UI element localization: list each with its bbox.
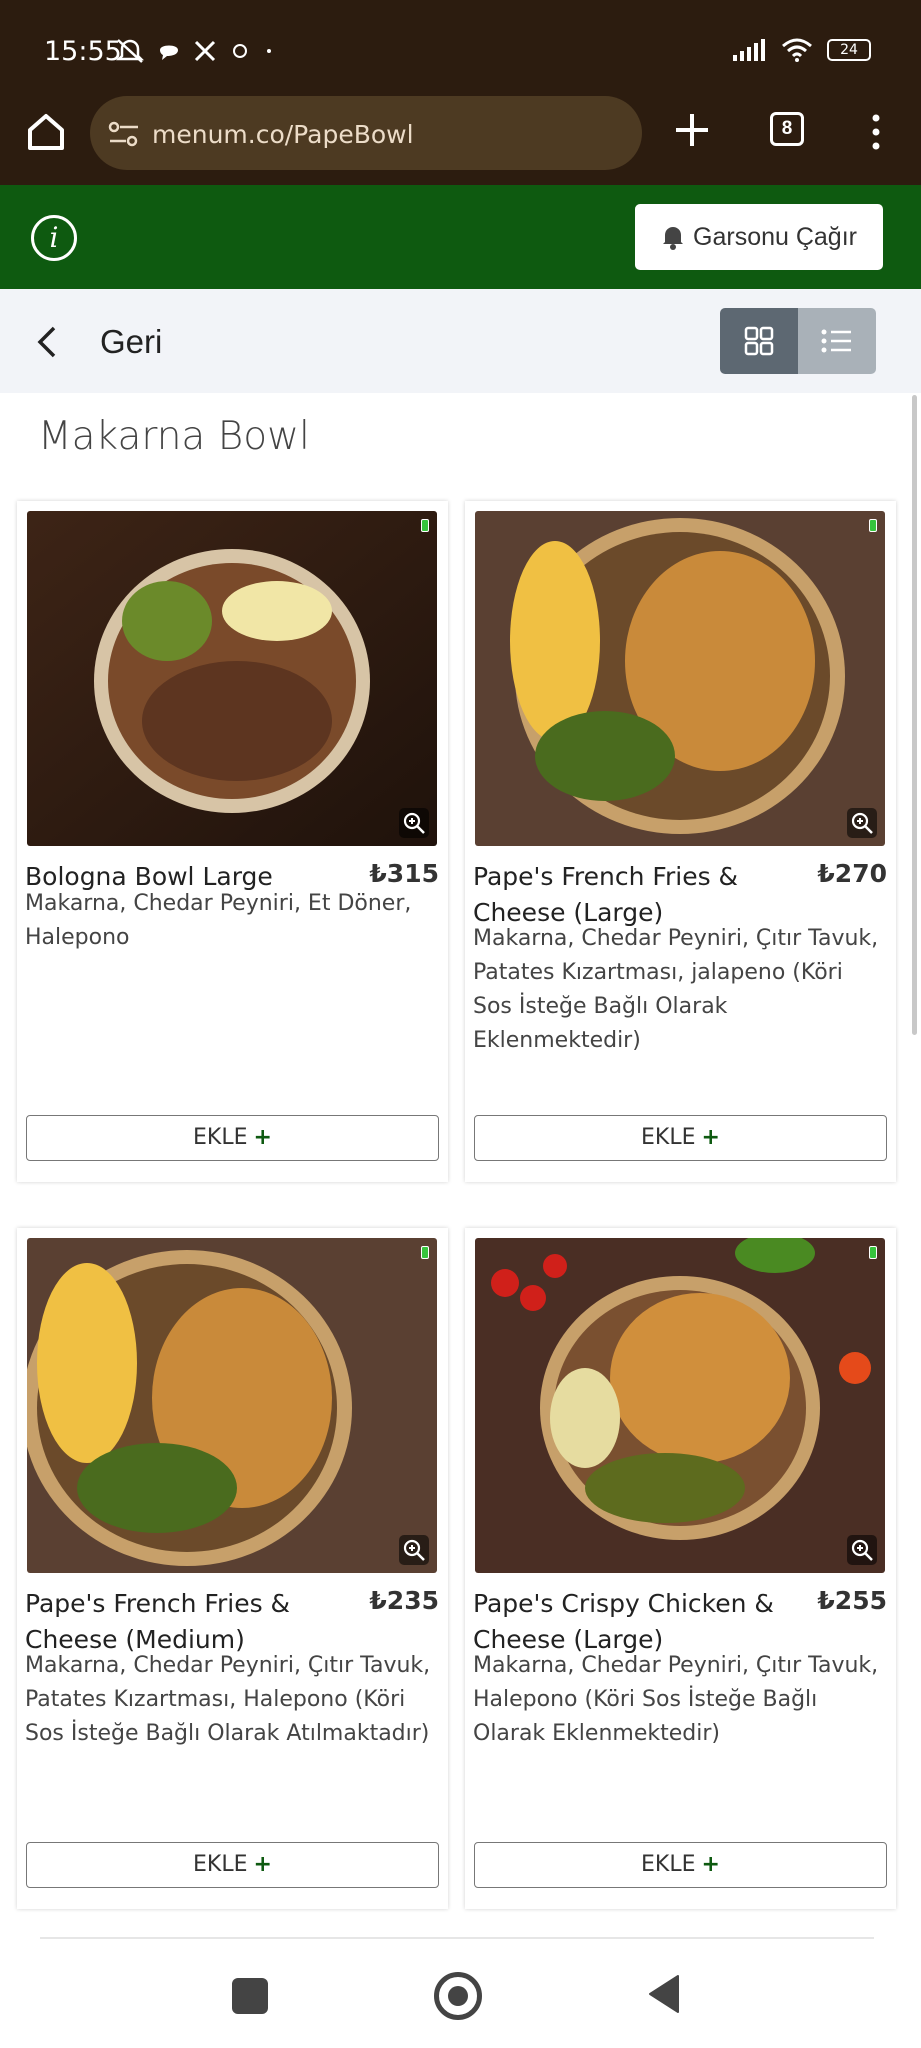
home-icon[interactable] — [24, 110, 68, 154]
back-button[interactable]: Geri — [100, 323, 162, 361]
recents-button[interactable] — [232, 1978, 268, 2014]
add-to-cart-button[interactable]: EKLE + — [26, 1842, 439, 1888]
address-bar[interactable]: menum.co/PapeBowl — [90, 96, 642, 170]
url-text: menum.co/PapeBowl — [152, 120, 414, 149]
badge-dot — [421, 1246, 429, 1259]
x-icon — [194, 40, 216, 62]
product-image[interactable] — [475, 1238, 885, 1573]
bell-icon — [663, 227, 684, 250]
browser-toolbar: menum.co/PapeBowl 8 — [0, 90, 921, 185]
call-waiter-label: Garsonu Çağır — [693, 222, 857, 251]
product-image[interactable] — [475, 511, 885, 846]
more-vert-icon[interactable] — [866, 112, 886, 152]
product-name: Pape's French Fries & Cheese (Large) — [473, 862, 739, 927]
wifi-icon — [782, 38, 812, 62]
badge-dot — [421, 519, 429, 532]
back-triangle-icon[interactable] — [646, 1972, 682, 2016]
product-image[interactable] — [27, 1238, 437, 1573]
notification-icons — [116, 38, 274, 64]
add-to-cart-button[interactable]: EKLE + — [26, 1115, 439, 1161]
info-icon[interactable]: i — [31, 215, 77, 261]
plus-icon: + — [701, 1852, 720, 1877]
battery-indicator: 24 — [827, 39, 871, 61]
product-price: ₺270 — [817, 859, 887, 888]
dot-icon — [267, 49, 271, 53]
call-waiter-button[interactable]: Garsonu Çağır — [635, 204, 883, 270]
add-label: EKLE — [641, 1852, 696, 1877]
grid-view-button[interactable] — [720, 308, 798, 374]
zoom-in-icon[interactable] — [399, 1535, 429, 1565]
section-title: Makarna Bowl — [38, 414, 310, 459]
home-dot — [448, 1986, 468, 2006]
product-description: Makarna, Chedar Peyniri, Çıtır Tavuk, Pa… — [25, 1653, 431, 1746]
back-bar: Geri — [0, 289, 921, 393]
status-bar: 15:55 24 — [0, 0, 921, 90]
product-price: ₺315 — [369, 859, 439, 888]
badge-dot — [869, 519, 877, 532]
product-name: Pape's French Fries & Cheese (Medium) — [25, 1589, 291, 1654]
product-image[interactable] — [27, 511, 437, 846]
product-description: Makarna, Chedar Peyniri, Çıtır Tavuk, Pa… — [473, 926, 879, 1053]
product-card[interactable]: Pape's French Fries & Cheese (Large) ₺27… — [465, 501, 896, 1182]
status-time: 15:55 — [44, 36, 122, 67]
zoom-in-icon[interactable] — [847, 1535, 877, 1565]
product-card[interactable]: Pape's Crispy Chicken & Cheese (Large) ₺… — [465, 1228, 896, 1909]
zoom-in-icon[interactable] — [399, 808, 429, 838]
add-label: EKLE — [641, 1125, 696, 1150]
list-view-icon — [821, 329, 851, 353]
sync-icon — [233, 44, 247, 58]
list-view-button[interactable] — [798, 308, 876, 374]
product-price: ₺255 — [817, 1586, 887, 1615]
restaurant-header: i Garsonu Çağır — [0, 185, 921, 289]
chevron-left-icon[interactable] — [36, 325, 58, 359]
grid-view-icon — [744, 326, 774, 356]
add-label: EKLE — [193, 1852, 248, 1877]
add-to-cart-button[interactable]: EKLE + — [474, 1842, 887, 1888]
mute-icon — [116, 39, 144, 63]
system-icons: 24 — [733, 38, 871, 62]
badge-dot — [869, 1246, 877, 1259]
tab-switcher-button[interactable]: 8 — [770, 112, 804, 146]
product-description: Makarna, Chedar Peyniri, Et Döner, Halep… — [25, 891, 412, 950]
plus-icon[interactable] — [672, 110, 712, 150]
system-nav-bar — [0, 1940, 921, 2048]
plus-icon: + — [253, 1852, 272, 1877]
plus-icon: + — [253, 1125, 272, 1150]
add-label: EKLE — [193, 1125, 248, 1150]
divider — [40, 1937, 874, 1939]
product-card[interactable]: Bologna Bowl Large ₺315 Makarna, Chedar … — [17, 501, 448, 1182]
plus-icon: + — [701, 1125, 720, 1150]
add-to-cart-button[interactable]: EKLE + — [474, 1115, 887, 1161]
product-card[interactable]: Pape's French Fries & Cheese (Medium) ₺2… — [17, 1228, 448, 1909]
signal-icon — [733, 39, 765, 61]
view-toggle — [720, 308, 876, 374]
home-button[interactable] — [434, 1972, 482, 2020]
scrollbar[interactable] — [912, 395, 917, 1035]
tune-icon[interactable] — [108, 120, 140, 148]
product-price: ₺235 — [369, 1586, 439, 1615]
zoom-in-icon[interactable] — [847, 808, 877, 838]
product-description: Makarna, Chedar Peyniri, Çıtır Tavuk, Ha… — [473, 1653, 879, 1746]
product-name: Pape's Crispy Chicken & Cheese (Large) — [473, 1589, 774, 1654]
chat-icon — [160, 45, 178, 60]
